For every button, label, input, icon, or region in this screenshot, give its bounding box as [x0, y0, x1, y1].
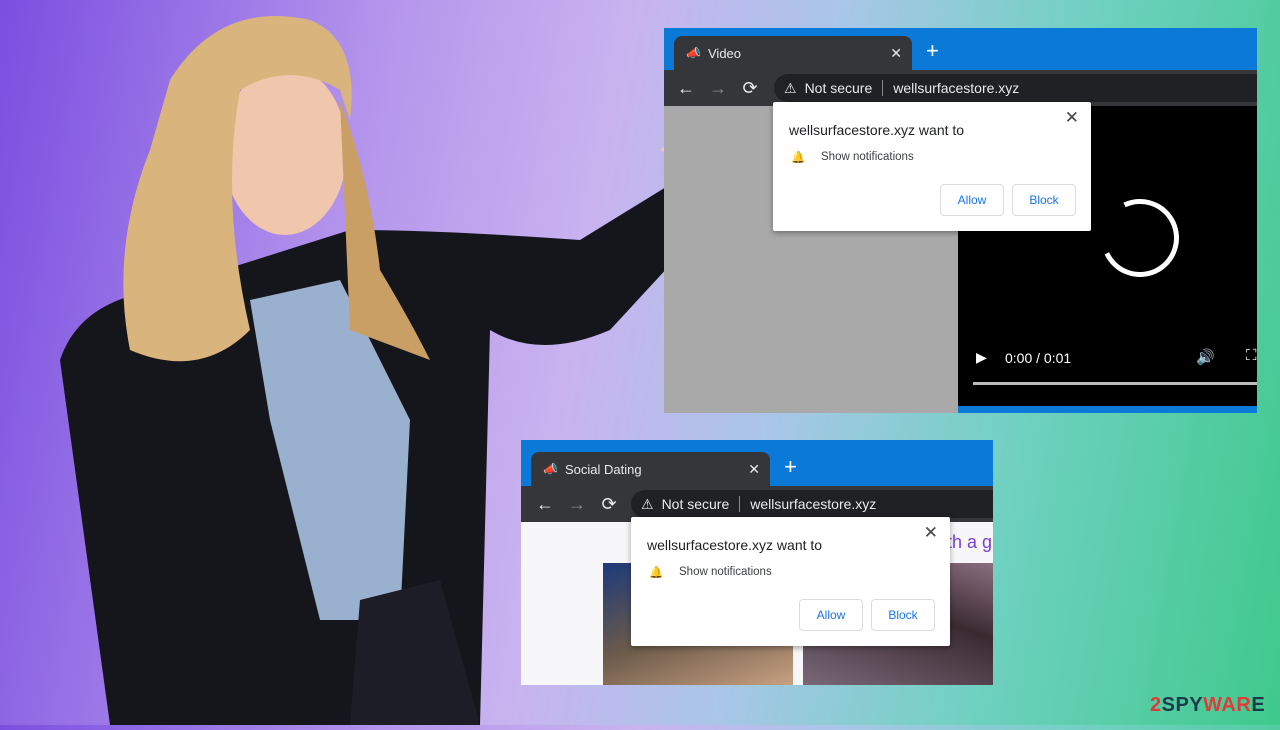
allow-button[interactable]: Allow: [940, 184, 1004, 216]
url-text: wellsurfacestore.xyz: [750, 496, 877, 512]
notification-permission-popup: ✕ wellsurfacestore.xyz want to 🔔 Show not…: [773, 102, 1091, 231]
block-button[interactable]: Block: [871, 599, 935, 631]
security-label[interactable]: Not secure: [805, 80, 873, 96]
permission-label: Show notifications: [679, 566, 772, 578]
forward-icon[interactable]: →: [702, 78, 734, 99]
back-icon[interactable]: ←: [529, 494, 561, 515]
address-bar[interactable]: ⚠ Not secure wellsurfacestore.xyz: [774, 74, 1257, 102]
popup-title: wellsurfacestore.xyz want to: [789, 122, 965, 138]
megaphone-favicon-icon: 📣: [686, 46, 701, 60]
bell-icon: 🔔: [649, 567, 664, 579]
play-icon[interactable]: ▶: [976, 349, 987, 366]
reload-icon[interactable]: ⟳: [593, 494, 625, 515]
permission-label: Show notifications: [821, 151, 914, 163]
new-tab-button[interactable]: +: [784, 454, 797, 480]
video-time: 0:00 / 0:01: [1005, 350, 1072, 366]
forward-icon[interactable]: →: [561, 494, 593, 515]
page-heading-fragment: th a g: [947, 532, 993, 552]
reload-icon[interactable]: ⟳: [734, 78, 766, 99]
block-button[interactable]: Block: [1012, 184, 1076, 216]
browser-window-video: 📣 Video ✕ + ← → ⟳ ⚠ Not secure wellsurfa…: [664, 28, 1257, 413]
megaphone-favicon-icon: 📣: [543, 462, 558, 476]
new-tab-button[interactable]: +: [926, 38, 939, 64]
loading-spinner-icon: [1090, 188, 1190, 288]
close-popup-icon[interactable]: ✕: [1065, 108, 1079, 128]
2spyware-logo: 2SPYWARE: [1150, 694, 1266, 716]
close-popup-icon[interactable]: ✕: [924, 523, 938, 543]
popup-title: wellsurfacestore.xyz want to: [647, 537, 823, 553]
warning-icon: ⚠: [641, 495, 654, 512]
volume-icon[interactable]: 🔊: [1196, 348, 1215, 366]
allow-button[interactable]: Allow: [799, 599, 863, 631]
back-icon[interactable]: ←: [670, 78, 702, 99]
notification-permission-popup: ✕ wellsurfacestore.xyz want to 🔔 Show not…: [631, 517, 950, 646]
warning-icon: ⚠: [784, 79, 797, 96]
bell-icon: 🔔: [791, 152, 806, 164]
tab-title: Social Dating: [565, 461, 642, 477]
video-progress-bar[interactable]: [973, 382, 1257, 385]
close-tab-icon[interactable]: ✕: [890, 45, 902, 62]
close-tab-icon[interactable]: ✕: [748, 461, 760, 478]
tab-social-dating[interactable]: 📣 Social Dating ✕: [531, 452, 770, 486]
address-bar[interactable]: ⚠ Not secure wellsurfacestore.xyz: [631, 490, 993, 518]
tab-video[interactable]: 📣 Video ✕: [674, 36, 912, 70]
url-text: wellsurfacestore.xyz: [893, 80, 1020, 96]
tab-title: Video: [708, 45, 742, 61]
browser-window-social-dating: 📣 Social Dating ✕ + ← → ⟳ ⚠ Not secure w…: [521, 440, 993, 685]
security-label[interactable]: Not secure: [662, 496, 730, 512]
fullscreen-icon[interactable]: ⛶: [1246, 347, 1257, 364]
